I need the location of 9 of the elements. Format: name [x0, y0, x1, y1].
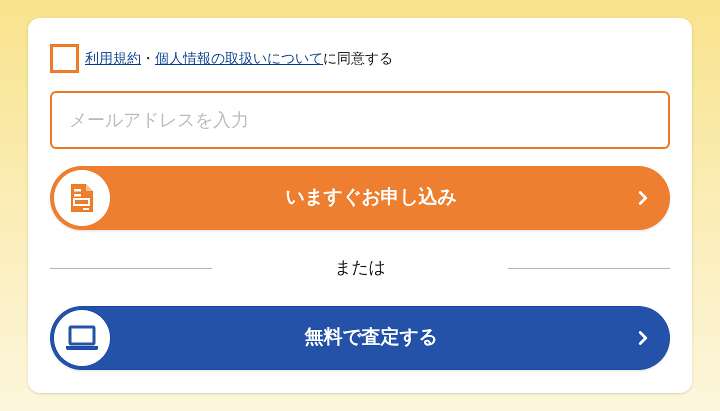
laptop-icon	[65, 325, 99, 351]
email-field[interactable]: メールアドレスを入力	[50, 91, 670, 149]
assess-button[interactable]: 無料で査定する	[50, 306, 670, 370]
agreement-checkbox[interactable]	[50, 44, 79, 73]
terms-link[interactable]: 利用規約	[85, 50, 141, 66]
document-icon	[70, 183, 94, 213]
or-label: または	[334, 257, 386, 280]
agreement-text: 利用規約・個人情報の取扱いについてに同意する	[85, 49, 393, 68]
privacy-link[interactable]: 個人情報の取扱いについて	[155, 50, 323, 66]
